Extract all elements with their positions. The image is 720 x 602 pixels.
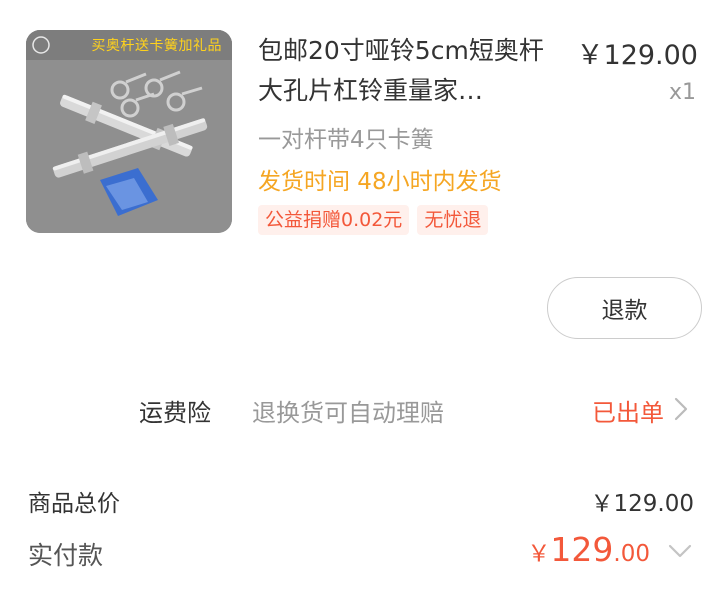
goods-total-label: 商品总价 (28, 491, 120, 517)
product-thumbnail[interactable]: 买奥杆送卡簧加礼品 (26, 30, 232, 233)
product-image (26, 30, 232, 233)
paid-decimal: .00 (613, 541, 650, 567)
product-tags: 公益捐赠0.02元 无忧退 (258, 205, 489, 235)
insurance-description: 退换货可自动理赔 (252, 399, 444, 427)
chevron-down-icon[interactable] (666, 542, 694, 560)
product-quantity: x1 (668, 80, 696, 105)
worry-free-return-tag: 无忧退 (417, 205, 489, 235)
paid-integer: 129 (550, 530, 614, 569)
order-detail-page: 买奥杆送卡簧加礼品 包邮20寸哑铃5cm短奥杆大孔片杠铃重量家… ￥129.00… (0, 0, 720, 602)
goods-total-value: ￥129.00 (590, 491, 694, 517)
shipping-time: 发货时间 48小时内发货 (258, 169, 502, 195)
product-spec: 一对杆带4只卡簧 (258, 127, 434, 153)
chevron-right-icon (674, 397, 688, 421)
product-title[interactable]: 包邮20寸哑铃5cm短奥杆大孔片杠铃重量家… (258, 31, 558, 111)
refund-button[interactable]: 退款 (547, 277, 702, 339)
paid-amount: ￥129.00 (527, 530, 650, 569)
freight-insurance-row[interactable]: 运费险 退换货可自动理赔 已出单 (0, 385, 720, 435)
paid-currency: ￥ (527, 541, 551, 567)
product-price: ￥129.00 (576, 40, 698, 71)
insurance-label: 运费险 (139, 399, 211, 427)
thumbnail-banner: 买奥杆送卡簧加礼品 (91, 38, 222, 54)
insurance-status: 已出单 (592, 399, 664, 427)
paid-label: 实付款 (28, 541, 104, 570)
charity-tag: 公益捐赠0.02元 (258, 205, 410, 235)
